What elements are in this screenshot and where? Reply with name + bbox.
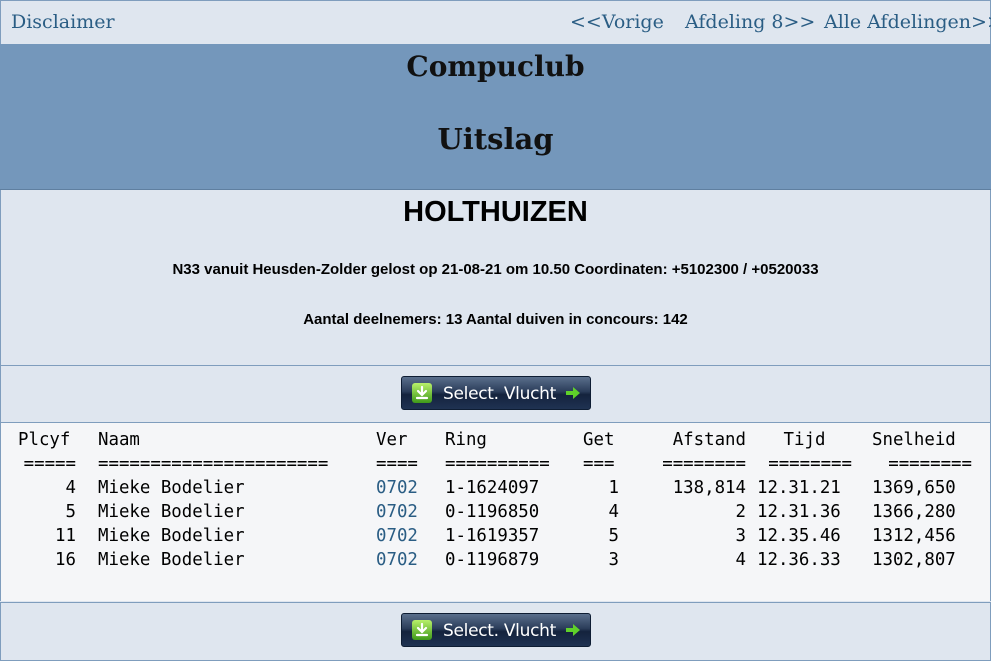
select-flight-label: Select. Vlucht bbox=[443, 621, 556, 641]
column-separator: ===== bbox=[23, 454, 76, 474]
table-cell: Mieke Bodelier bbox=[98, 550, 245, 570]
table-cell: 1312,456 bbox=[872, 526, 956, 546]
table-cell: 12.35.46 bbox=[757, 526, 841, 546]
column-header: Ring bbox=[445, 430, 487, 450]
club-name: HOLTHUIZEN bbox=[403, 196, 588, 228]
table-cell: 0-1196879 bbox=[445, 550, 540, 570]
table-cell[interactable]: 0702 bbox=[376, 524, 426, 548]
results-table: Plcyf Naam Ver Ring Get Afstand Tijd Snelheid ==… bbox=[0, 423, 991, 601]
column-header: Naam bbox=[98, 430, 140, 450]
table-cell: 4 bbox=[65, 478, 76, 498]
select-flight-label: Select. Vlucht bbox=[443, 384, 556, 404]
header-banner: Compuclub Uitslag bbox=[0, 44, 991, 190]
select-flight-button-bottom[interactable]: Select. Vlucht bbox=[401, 613, 591, 647]
table-cell: 12.36.33 bbox=[757, 550, 841, 570]
column-separator: ========== bbox=[445, 454, 550, 474]
column-header: Tijd bbox=[783, 430, 826, 450]
download-icon bbox=[412, 620, 432, 640]
table-cell: 11 bbox=[55, 526, 76, 546]
table-cell: 4 bbox=[608, 502, 619, 522]
select-bar-bottom: Select. Vlucht bbox=[0, 602, 991, 661]
race-info: HOLTHUIZEN N33 vanuit Heusden-Zolder gel… bbox=[0, 190, 991, 366]
next-division-link[interactable]: Afdeling 8>> bbox=[685, 11, 815, 33]
participant-count: Aantal deelnemers: 13 Aantal duiven in c… bbox=[303, 311, 688, 328]
table-cell: 4 bbox=[735, 550, 746, 570]
column-separator: ====================== bbox=[98, 454, 329, 474]
race-details: N33 vanuit Heusden-Zolder gelost op 21-0… bbox=[172, 261, 819, 278]
table-cell: 1-1619357 bbox=[445, 526, 540, 546]
table-cell[interactable]: 0702 bbox=[376, 476, 426, 500]
disclaimer-link[interactable]: Disclaimer bbox=[11, 11, 115, 33]
table-cell: 1369,650 bbox=[872, 478, 956, 498]
table-cell: 3 bbox=[608, 550, 619, 570]
table-cell: 0-1196850 bbox=[445, 502, 540, 522]
table-cell: 3 bbox=[735, 526, 746, 546]
column-header: Ver bbox=[376, 430, 408, 450]
column-header: Afstand bbox=[672, 430, 746, 450]
column-separator: ==== bbox=[376, 454, 418, 474]
column-separator: ======== bbox=[768, 454, 852, 474]
table-cell[interactable]: 0702 bbox=[376, 500, 426, 524]
table-cell: 1-1624097 bbox=[445, 478, 540, 498]
table-cell: 16 bbox=[55, 550, 76, 570]
column-separator: ======== bbox=[662, 454, 746, 474]
all-divisions-link[interactable]: Alle Afdelingen>> bbox=[824, 11, 991, 33]
column-separator: === bbox=[583, 454, 615, 474]
table-cell: 138,814 bbox=[672, 478, 746, 498]
column-header: Get bbox=[583, 430, 615, 450]
table-cell: 1 bbox=[608, 478, 619, 498]
club-title: Compuclub bbox=[406, 50, 585, 83]
download-icon bbox=[412, 383, 432, 403]
select-bar-top: Select. Vlucht bbox=[0, 366, 991, 423]
table-cell: 5 bbox=[608, 526, 619, 546]
arrow-right-icon bbox=[565, 622, 581, 643]
table-cell: 1366,280 bbox=[872, 502, 956, 522]
top-navigation: Disclaimer <<Vorige Afdeling 8>> Alle Af… bbox=[0, 0, 991, 45]
previous-link[interactable]: <<Vorige bbox=[570, 11, 664, 33]
table-cell: 2 bbox=[735, 502, 746, 522]
table-cell: 1302,807 bbox=[872, 550, 956, 570]
select-flight-button[interactable]: Select. Vlucht bbox=[401, 376, 591, 410]
table-cell: Mieke Bodelier bbox=[98, 478, 245, 498]
table-cell: 12.31.21 bbox=[757, 478, 841, 498]
page-title: Uitslag bbox=[437, 122, 554, 156]
table-cell[interactable]: 0702 bbox=[376, 548, 426, 572]
table-cell: 12.31.36 bbox=[757, 502, 841, 522]
column-separator: ======== bbox=[888, 454, 972, 474]
table-cell: Mieke Bodelier bbox=[98, 502, 245, 522]
table-cell: Mieke Bodelier bbox=[98, 526, 245, 546]
column-header: Plcyf bbox=[18, 430, 71, 450]
table-cell: 5 bbox=[65, 502, 76, 522]
column-header: Snelheid bbox=[872, 430, 956, 450]
arrow-right-icon bbox=[565, 385, 581, 406]
